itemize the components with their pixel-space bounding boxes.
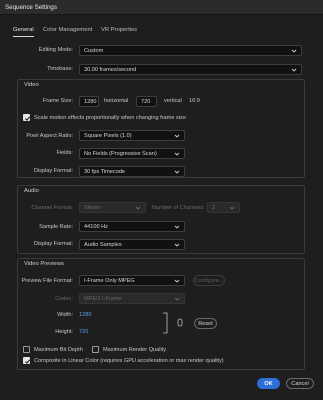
vertical-label: vertical (164, 98, 182, 104)
video-display-format-label: Display Format: (33, 168, 73, 174)
max-bit-depth-label: Maximum Bit Depth (34, 347, 83, 353)
link-bracket-icon (163, 312, 183, 334)
linear-color-checkbox[interactable] (23, 357, 31, 364)
editing-mode-value: Custom (84, 48, 104, 54)
preview-file-format-select[interactable]: I-Frame Only MPEG (79, 275, 185, 286)
max-render-quality-label: Maximum Render Quality (103, 347, 167, 353)
video-section (17, 79, 305, 178)
codec-label: Codec: (55, 296, 73, 302)
chevron-down-icon (291, 49, 297, 53)
audio-display-format-label: Display Format: (33, 241, 73, 247)
chevron-down-icon (174, 134, 180, 138)
window-title: Sequence Settings (0, 0, 323, 15)
linear-color-label: Composite in Linear Color (requires GPU … (34, 358, 224, 364)
audio-display-format-value: Audio Samples (84, 242, 122, 248)
checkmark-icon (24, 116, 31, 121)
max-bit-depth-checkbox[interactable] (23, 346, 30, 353)
timebase-label: Timebase: (47, 66, 73, 72)
sample-rate-label: Sample Rate: (39, 224, 73, 230)
codec-select[interactable]: MPEG I-Frame (79, 293, 185, 304)
cancel-button[interactable]: Cancel (286, 378, 314, 389)
chevron-down-icon (174, 243, 180, 247)
chevron-down-icon (229, 206, 235, 210)
num-channels-label: Number of Channels: (152, 205, 205, 211)
pixel-aspect-value: Square Pixels (1.0) (84, 133, 132, 139)
num-channels-select[interactable]: 2 (207, 202, 240, 213)
scale-motion-label: Scale motion effects proportionally when… (34, 115, 186, 121)
tab-vr-properties[interactable]: VR Properties (101, 27, 137, 33)
fields-select[interactable]: No Fields (Progressive Scan) (79, 148, 185, 159)
fields-value: No Fields (Progressive Scan) (84, 151, 157, 157)
scale-motion-checkbox[interactable] (23, 114, 31, 121)
tab-general[interactable]: General (13, 27, 34, 37)
preview-file-format-label: Preview File Format: (21, 278, 73, 284)
tab-bar: General Color Management VR Properties (0, 15, 323, 43)
channel-format-label: Channel Format: (31, 205, 73, 211)
max-render-quality-checkbox[interactable] (92, 346, 99, 353)
chevron-down-icon (174, 170, 180, 174)
frame-size-label: Frame Size: (42, 98, 73, 104)
sample-rate-value: 44100 Hz (84, 224, 108, 230)
preview-width-value[interactable]: 1280 (79, 312, 91, 318)
frame-height-input[interactable]: 720 (136, 96, 157, 107)
editing-mode-select[interactable]: Custom (79, 45, 302, 56)
reset-button[interactable]: Reset (194, 318, 217, 329)
preview-height-label: Height: (55, 329, 73, 335)
preview-width-label: Width: (57, 312, 73, 318)
chevron-down-icon (174, 279, 180, 283)
pixel-aspect-select[interactable]: Square Pixels (1.0) (79, 130, 185, 141)
configure-button[interactable]: Configure... (193, 275, 225, 286)
audio-section-title: Audio (24, 188, 39, 194)
video-display-format-select[interactable]: 30 fps Timecode (79, 166, 185, 177)
video-previews-section-title: Video Previews (24, 261, 64, 267)
chevron-down-icon (135, 206, 141, 210)
sample-rate-select[interactable]: 44100 Hz (79, 221, 185, 232)
chevron-down-icon (174, 297, 180, 301)
video-display-format-value: 30 fps Timecode (84, 169, 126, 175)
tab-color-management[interactable]: Color Management (43, 27, 92, 33)
preview-height-value[interactable]: 720 (79, 329, 88, 335)
chevron-down-icon (174, 152, 180, 156)
channel-format-select[interactable]: Stereo (79, 202, 146, 213)
timebase-value: 30.00 frames/second (84, 67, 137, 73)
preview-file-format-value: I-Frame Only MPEG (84, 278, 135, 284)
channel-format-value: Stereo (84, 205, 101, 211)
codec-value: MPEG I-Frame (84, 296, 122, 302)
editing-mode-label: Editing Mode: (38, 47, 73, 53)
num-channels-value: 2 (212, 205, 216, 211)
audio-display-format-select[interactable]: Audio Samples (79, 239, 185, 250)
pixel-aspect-label: Pixel Aspect Ratio: (26, 133, 73, 139)
video-section-title: Video (24, 82, 39, 88)
fields-label: Fields: (56, 150, 73, 156)
chevron-down-icon (291, 68, 297, 72)
horizontal-label: horizontal (104, 98, 129, 104)
ok-button[interactable]: OK (257, 378, 280, 389)
chevron-down-icon (174, 225, 180, 229)
frame-width-input[interactable]: 1280 (79, 96, 99, 107)
aspect-ratio-text: 16:9 (189, 98, 200, 104)
checkmark-icon (24, 359, 31, 364)
timebase-select[interactable]: 30.00 frames/second (79, 64, 302, 75)
